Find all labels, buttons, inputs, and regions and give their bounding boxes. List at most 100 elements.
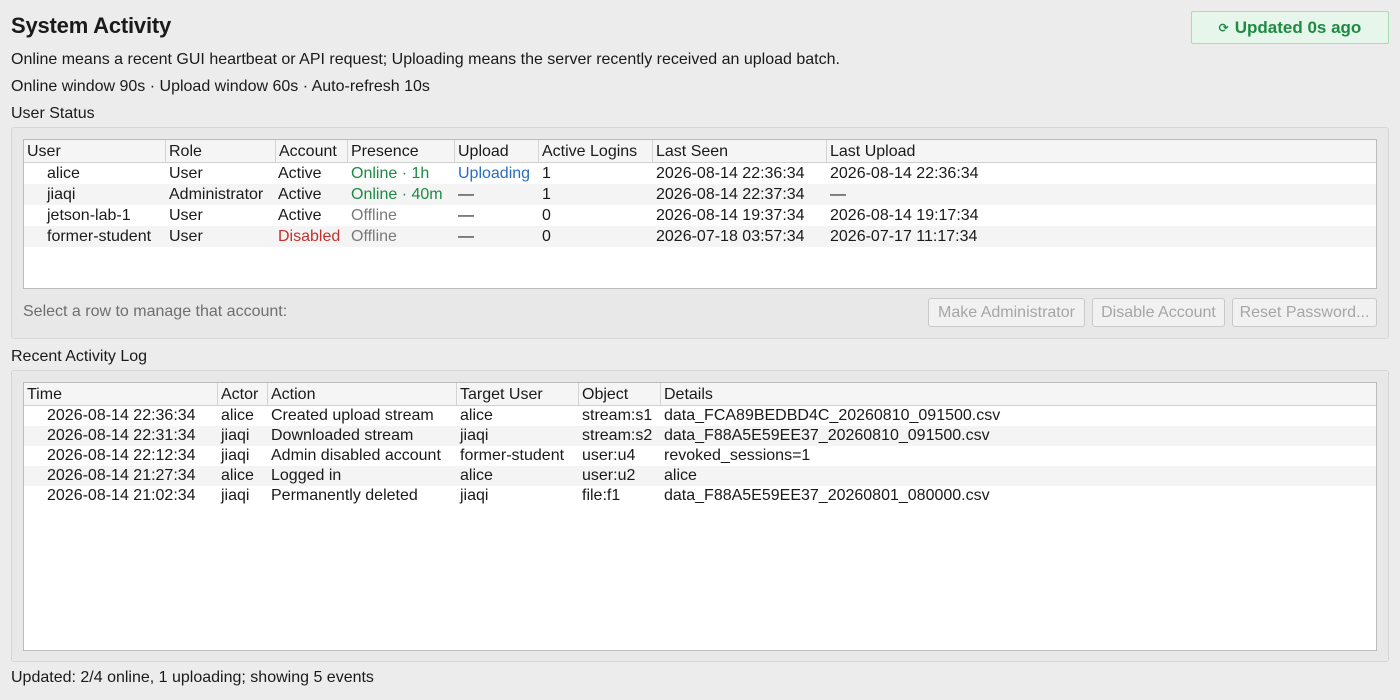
cell-time: 2026-08-14 22:12:34 bbox=[47, 447, 196, 464]
cell-time: 2026-08-14 21:02:34 bbox=[47, 487, 196, 504]
cell-active-logins: 0 bbox=[542, 207, 551, 224]
cell-target-user: jiaqi bbox=[460, 427, 489, 444]
cell-actor: jiaqi bbox=[221, 427, 250, 444]
cell-object: stream:s1 bbox=[582, 407, 653, 424]
cell-details: data_F88A5E59EE37_20260801_080000.csv bbox=[664, 487, 990, 504]
activity-log-label: Recent Activity Log bbox=[11, 348, 148, 365]
cell-role: Administrator bbox=[169, 186, 264, 203]
cell-time: 2026-08-14 22:31:34 bbox=[47, 427, 196, 444]
cell-target-user: alice bbox=[460, 467, 493, 484]
cell-role: User bbox=[169, 207, 203, 224]
table-row[interactable]: 2026-08-14 22:31:34 jiaqi Downloaded str… bbox=[24, 426, 1376, 446]
col-header-action[interactable]: Action bbox=[268, 383, 457, 405]
cell-upload: — bbox=[458, 207, 474, 224]
status-bar: Updated: 2/4 online, 1 uploading; showin… bbox=[11, 669, 374, 686]
cell-target-user: jiaqi bbox=[460, 487, 489, 504]
table-row[interactable]: jetson-lab-1 User Active Offline — 0 202… bbox=[24, 205, 1376, 226]
cell-presence: Online · 1h bbox=[351, 165, 430, 182]
cell-account: Active bbox=[278, 165, 322, 182]
cell-account: Active bbox=[278, 186, 322, 203]
activity-log-header: Time Actor Action Target User Object Det… bbox=[24, 383, 1376, 406]
reset-password-button[interactable]: Reset Password... bbox=[1232, 298, 1377, 327]
cell-last-upload: — bbox=[830, 186, 846, 203]
cell-object: user:u4 bbox=[582, 447, 636, 464]
cell-active-logins: 1 bbox=[542, 186, 551, 203]
cell-action: Downloaded stream bbox=[271, 427, 414, 444]
cell-time: 2026-08-14 21:27:34 bbox=[47, 467, 196, 484]
table-row[interactable]: jiaqi Administrator Active Online · 40m … bbox=[24, 184, 1376, 205]
cell-target-user: former-student bbox=[460, 447, 565, 464]
cell-last-seen: 2026-08-14 22:37:34 bbox=[656, 186, 805, 203]
cell-time: 2026-08-14 22:36:34 bbox=[47, 407, 196, 424]
cell-object: user:u2 bbox=[582, 467, 636, 484]
cell-object: stream:s2 bbox=[582, 427, 653, 444]
col-header-object[interactable]: Object bbox=[579, 383, 661, 405]
col-header-details[interactable]: Details bbox=[661, 383, 1376, 405]
col-header-upload[interactable]: Upload bbox=[455, 140, 539, 162]
cell-action: Logged in bbox=[271, 467, 342, 484]
table-row[interactable]: 2026-08-14 22:36:34 alice Created upload… bbox=[24, 406, 1376, 426]
cell-user: jiaqi bbox=[47, 186, 76, 203]
cell-role: User bbox=[169, 228, 203, 245]
cell-presence: Online · 40m bbox=[351, 186, 443, 203]
col-header-actor[interactable]: Actor bbox=[218, 383, 268, 405]
col-header-target-user[interactable]: Target User bbox=[457, 383, 579, 405]
cell-user: former-student bbox=[47, 228, 152, 245]
cell-actor: alice bbox=[221, 407, 254, 424]
cell-actor: jiaqi bbox=[221, 487, 250, 504]
table-row[interactable]: former-student User Disabled Offline — 0… bbox=[24, 226, 1376, 247]
col-header-time[interactable]: Time bbox=[24, 383, 218, 405]
user-status-table[interactable]: User Role Account Presence Upload Active… bbox=[23, 139, 1377, 289]
cell-account: Active bbox=[278, 207, 322, 224]
activity-log-table[interactable]: Time Actor Action Target User Object Det… bbox=[23, 382, 1377, 651]
col-header-last-upload[interactable]: Last Upload bbox=[827, 140, 1376, 162]
status-description: Online means a recent GUI heartbeat or A… bbox=[11, 51, 840, 68]
cell-last-seen: 2026-07-18 03:57:34 bbox=[656, 228, 805, 245]
table-row[interactable]: alice User Active Online · 1h Uploading … bbox=[24, 163, 1376, 184]
cell-last-upload: 2026-08-14 19:17:34 bbox=[830, 207, 979, 224]
cell-actor: alice bbox=[221, 467, 254, 484]
cell-upload: — bbox=[458, 186, 474, 203]
table-row[interactable]: 2026-08-14 21:02:34 jiaqi Permanently de… bbox=[24, 486, 1376, 506]
refresh-icon: ⟳ bbox=[1218, 20, 1229, 35]
cell-object: file:f1 bbox=[582, 487, 621, 504]
cell-last-seen: 2026-08-14 22:36:34 bbox=[656, 165, 805, 182]
col-header-last-seen[interactable]: Last Seen bbox=[653, 140, 827, 162]
cell-presence: Offline bbox=[351, 207, 397, 224]
user-status-label: User Status bbox=[11, 105, 95, 122]
cell-actor: jiaqi bbox=[221, 447, 250, 464]
manage-hint: Select a row to manage that account: bbox=[23, 303, 288, 320]
make-administrator-button[interactable]: Make Administrator bbox=[928, 298, 1085, 327]
cell-upload: — bbox=[458, 228, 474, 245]
table-row[interactable]: 2026-08-14 22:12:34 jiaqi Admin disabled… bbox=[24, 446, 1376, 466]
cell-details: alice bbox=[664, 467, 697, 484]
col-header-role[interactable]: Role bbox=[166, 140, 276, 162]
cell-upload: Uploading bbox=[458, 165, 531, 182]
updated-badge: ⟳ Updated 0s ago bbox=[1191, 11, 1389, 44]
cell-role: User bbox=[169, 165, 203, 182]
updated-badge-label: Updated 0s ago bbox=[1234, 17, 1362, 37]
cell-action: Admin disabled account bbox=[271, 447, 441, 464]
cell-action: Created upload stream bbox=[271, 407, 434, 424]
col-header-active-logins[interactable]: Active Logins bbox=[539, 140, 653, 162]
cell-last-upload: 2026-07-17 11:17:34 bbox=[830, 228, 978, 245]
cell-user: alice bbox=[47, 165, 80, 182]
window-settings: Online window 90s · Upload window 60s · … bbox=[11, 78, 430, 95]
user-status-header: User Role Account Presence Upload Active… bbox=[24, 140, 1376, 163]
cell-details: data_F88A5E59EE37_20260810_091500.csv bbox=[664, 427, 990, 444]
col-header-presence[interactable]: Presence bbox=[348, 140, 455, 162]
cell-action: Permanently deleted bbox=[271, 487, 418, 504]
cell-presence: Offline bbox=[351, 228, 397, 245]
col-header-user[interactable]: User bbox=[24, 140, 166, 162]
disable-account-button[interactable]: Disable Account bbox=[1092, 298, 1225, 327]
cell-details: data_FCA89BEDBD4C_20260810_091500.csv bbox=[664, 407, 1001, 424]
cell-target-user: alice bbox=[460, 407, 493, 424]
cell-user: jetson-lab-1 bbox=[47, 207, 131, 224]
col-header-account[interactable]: Account bbox=[276, 140, 348, 162]
cell-active-logins: 0 bbox=[542, 228, 551, 245]
cell-last-seen: 2026-08-14 19:37:34 bbox=[656, 207, 805, 224]
cell-account: Disabled bbox=[278, 228, 341, 245]
cell-details: revoked_sessions=1 bbox=[664, 447, 811, 464]
table-row[interactable]: 2026-08-14 21:27:34 alice Logged in alic… bbox=[24, 466, 1376, 486]
cell-active-logins: 1 bbox=[542, 165, 551, 182]
